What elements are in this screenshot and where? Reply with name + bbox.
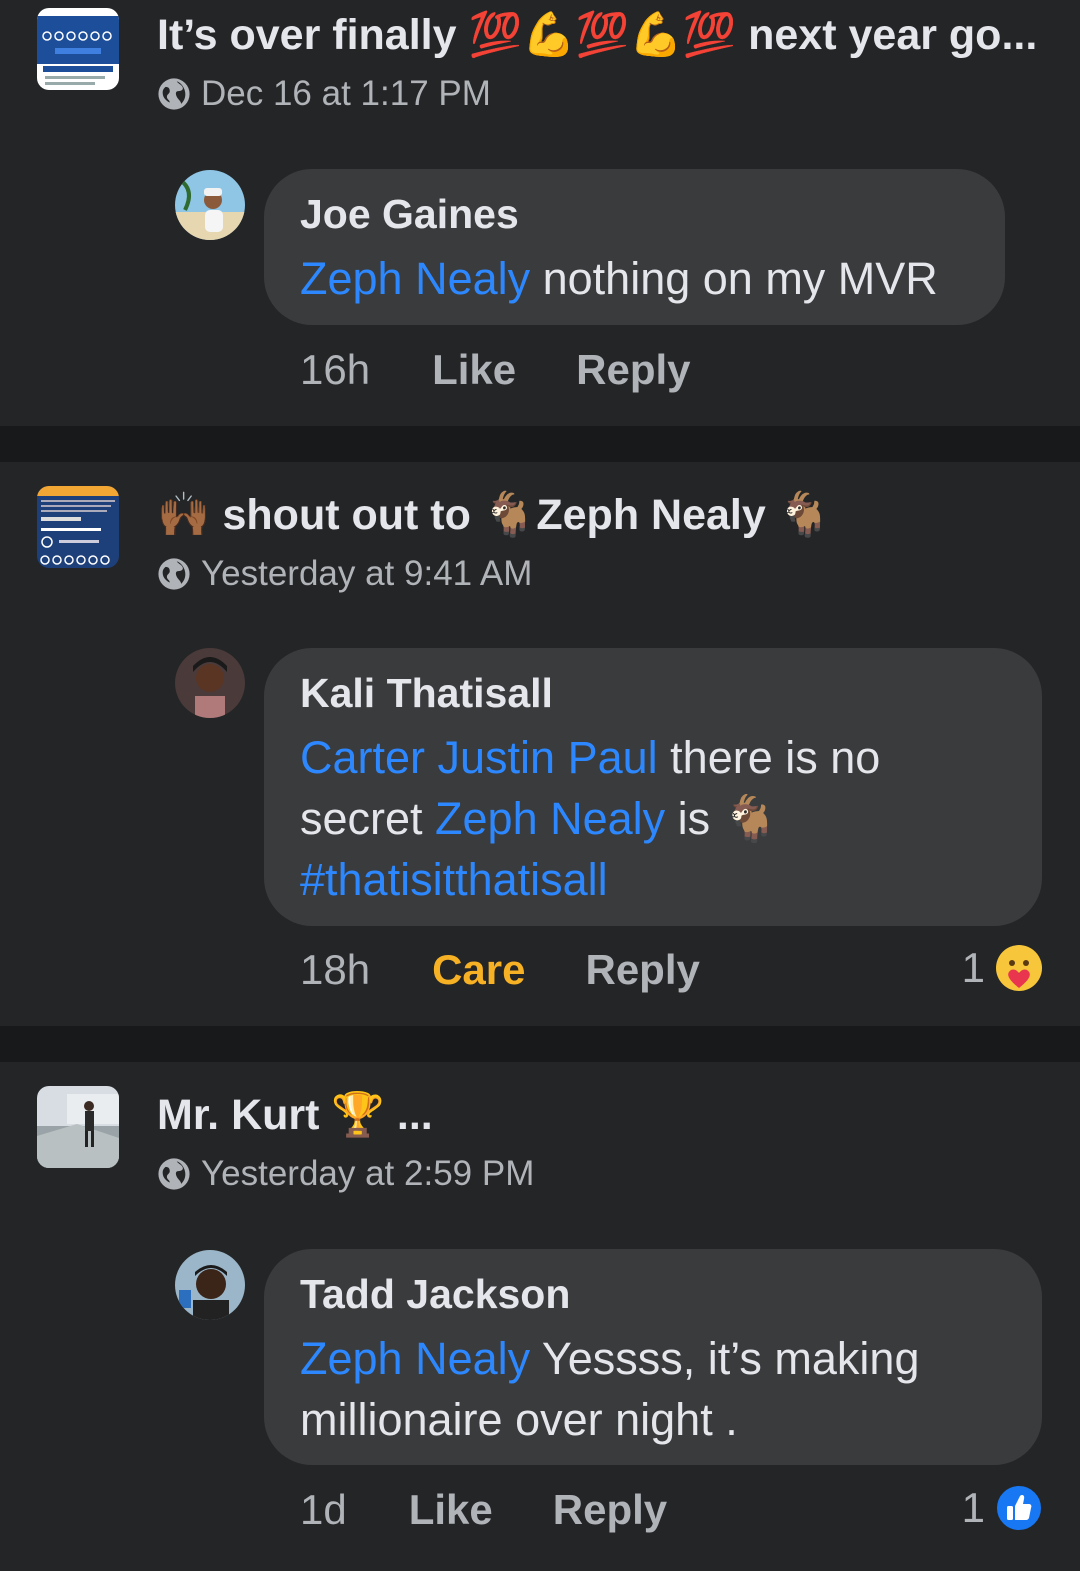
comment-body: is 🐐 — [665, 793, 779, 844]
comment-bubble[interactable]: Tadd Jackson Zeph Nealy Yessss, it’s mak… — [264, 1249, 1042, 1465]
post-title-tail: next year go... — [748, 11, 1038, 59]
post-meta: Dec 16 at 1:17 PM — [157, 74, 491, 114]
comment-body: nothing on my MVR — [530, 253, 938, 304]
post-title: Mr. Kurt 🏆 ... — [157, 1090, 433, 1140]
trophy-emoji-icon: 🏆 — [331, 1091, 385, 1139]
post-title-text: It’s over finally — [157, 11, 457, 59]
post-section-1: It’s over finally 💯💪💯💪💯 next year go... … — [0, 0, 1080, 426]
post-title: It’s over finally 💯💪💯💪💯 next year go... — [157, 10, 1037, 60]
post-title: 🙌🏾 shout out to 🐐Zeph Nealy 🐐 — [157, 490, 831, 540]
mention-link[interactable]: Zeph Nealy — [300, 253, 530, 304]
care-emoji-icon — [996, 945, 1042, 991]
comment-actions: 1d Like Reply — [300, 1486, 667, 1534]
reaction-summary[interactable]: 1 — [962, 1484, 1043, 1532]
comment-time[interactable]: 1d — [300, 1486, 347, 1534]
comment-bubble[interactable]: Kali Thatisall Carter Justin Paul there … — [264, 648, 1042, 926]
post-section-3: Mr. Kurt 🏆 ... Yesterday at 2:59 PM Tadd… — [0, 1062, 1080, 1571]
mention-link[interactable]: Zeph Nealy — [300, 1333, 530, 1384]
hundred-muscle-emoji-icon: 💯💪💯💪💯 — [468, 11, 737, 59]
reaction-count: 1 — [961, 1484, 985, 1531]
post-section-2: 🙌🏾 shout out to 🐐Zeph Nealy 🐐 Yesterday … — [0, 462, 1080, 1026]
comment-author[interactable]: Joe Gaines — [300, 191, 969, 238]
avatar-kali-thatisall[interactable] — [175, 648, 245, 718]
avatar-joe-gaines[interactable] — [175, 170, 245, 240]
globe-icon — [158, 558, 190, 590]
post-timestamp[interactable]: Yesterday at 9:41 AM — [201, 554, 532, 594]
mention-link[interactable]: Carter Justin Paul — [300, 732, 658, 783]
post-thumbnail[interactable] — [37, 486, 119, 568]
comment-text: Carter Justin Paul there is no secret Ze… — [300, 727, 1006, 910]
comment-text: Zeph Nealy nothing on my MVR — [300, 248, 969, 309]
hashtag-link[interactable]: #thatisitthatisall — [300, 854, 608, 905]
post-timestamp[interactable]: Yesterday at 2:59 PM — [201, 1154, 534, 1194]
like-thumb-icon — [995, 1484, 1043, 1532]
comment-actions: 18h Care Reply — [300, 946, 700, 994]
avatar-tadd-jackson[interactable] — [175, 1250, 245, 1320]
globe-icon — [158, 1158, 190, 1190]
comment-time[interactable]: 16h — [300, 346, 370, 394]
reaction-count: 1 — [961, 944, 985, 991]
post-meta: Yesterday at 2:59 PM — [157, 1154, 534, 1194]
post-title-text: shout out to — [222, 491, 471, 539]
post-thumbnail[interactable] — [37, 1086, 119, 1168]
goat-emoji-icon: 🐐 — [482, 491, 537, 539]
goat-emoji-icon: 🐐 — [777, 491, 832, 539]
globe-icon — [158, 78, 190, 110]
reply-button[interactable]: Reply — [576, 346, 690, 394]
post-title-name: Zeph Nealy — [536, 491, 766, 539]
like-button[interactable]: Like — [432, 346, 516, 394]
comment-author[interactable]: Tadd Jackson — [300, 1271, 1006, 1318]
comment-author[interactable]: Kali Thatisall — [300, 670, 1006, 717]
post-timestamp[interactable]: Dec 16 at 1:17 PM — [201, 74, 491, 114]
like-button[interactable]: Like — [409, 1486, 493, 1534]
post-meta: Yesterday at 9:41 AM — [157, 554, 532, 594]
raised-hands-emoji-icon: 🙌🏾 — [157, 491, 211, 539]
reaction-summary[interactable]: 1 — [962, 944, 1043, 992]
mention-link[interactable]: Zeph Nealy — [435, 793, 665, 844]
reply-button[interactable]: Reply — [553, 1486, 667, 1534]
section-divider — [0, 1026, 1080, 1062]
section-divider — [0, 426, 1080, 462]
post-thumbnail[interactable] — [37, 8, 119, 90]
comment-actions: 16h Like Reply — [300, 346, 691, 394]
comment-bubble[interactable]: Joe Gaines Zeph Nealy nothing on my MVR — [264, 169, 1005, 325]
reply-button[interactable]: Reply — [585, 946, 699, 994]
post-title-tail: ... — [396, 1091, 433, 1139]
comment-text: Zeph Nealy Yessss, it’s making millionai… — [300, 1328, 1006, 1450]
comment-time[interactable]: 18h — [300, 946, 370, 994]
post-title-text: Mr. Kurt — [157, 1091, 320, 1139]
care-button[interactable]: Care — [432, 946, 525, 994]
